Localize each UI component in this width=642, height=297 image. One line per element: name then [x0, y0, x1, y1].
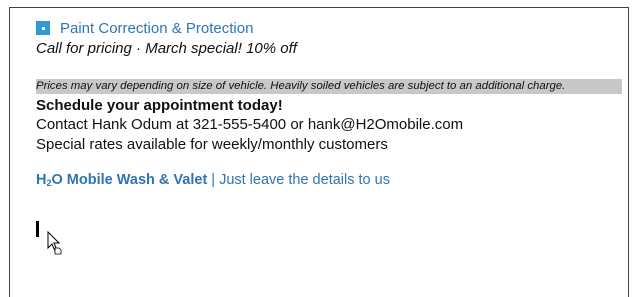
pricing-line: Call for pricing · March special! 10% of…: [36, 40, 297, 57]
service-heading: Paint Correction & Protection: [60, 19, 254, 37]
document-page[interactable]: Paint Correction & Protection Call for p…: [9, 7, 629, 297]
brand-line: H2O Mobile Wash & Valet | Just leave the d…: [36, 170, 626, 190]
brand-name: H2O Mobile Wash & Valet: [36, 172, 208, 188]
mouse-pointer-icon: [47, 231, 62, 255]
document-content[interactable]: Paint Correction & Protection Call for p…: [36, 17, 626, 190]
service-heading-row: Paint Correction & Protection: [36, 17, 626, 39]
pricing-note: Prices may vary depending on size of veh…: [36, 79, 622, 94]
text-caret: [36, 221, 39, 237]
bullet-square-icon: [36, 21, 50, 35]
special-rates-line: Special rates available for weekly/month…: [36, 136, 388, 153]
brand-tagline: Just leave the details to us: [219, 172, 390, 188]
schedule-heading: Schedule your appointment today!: [36, 97, 283, 114]
contact-line: Contact Hank Odum at 321-555-5400 or han…: [36, 116, 464, 133]
brand-separator: |: [211, 172, 216, 188]
